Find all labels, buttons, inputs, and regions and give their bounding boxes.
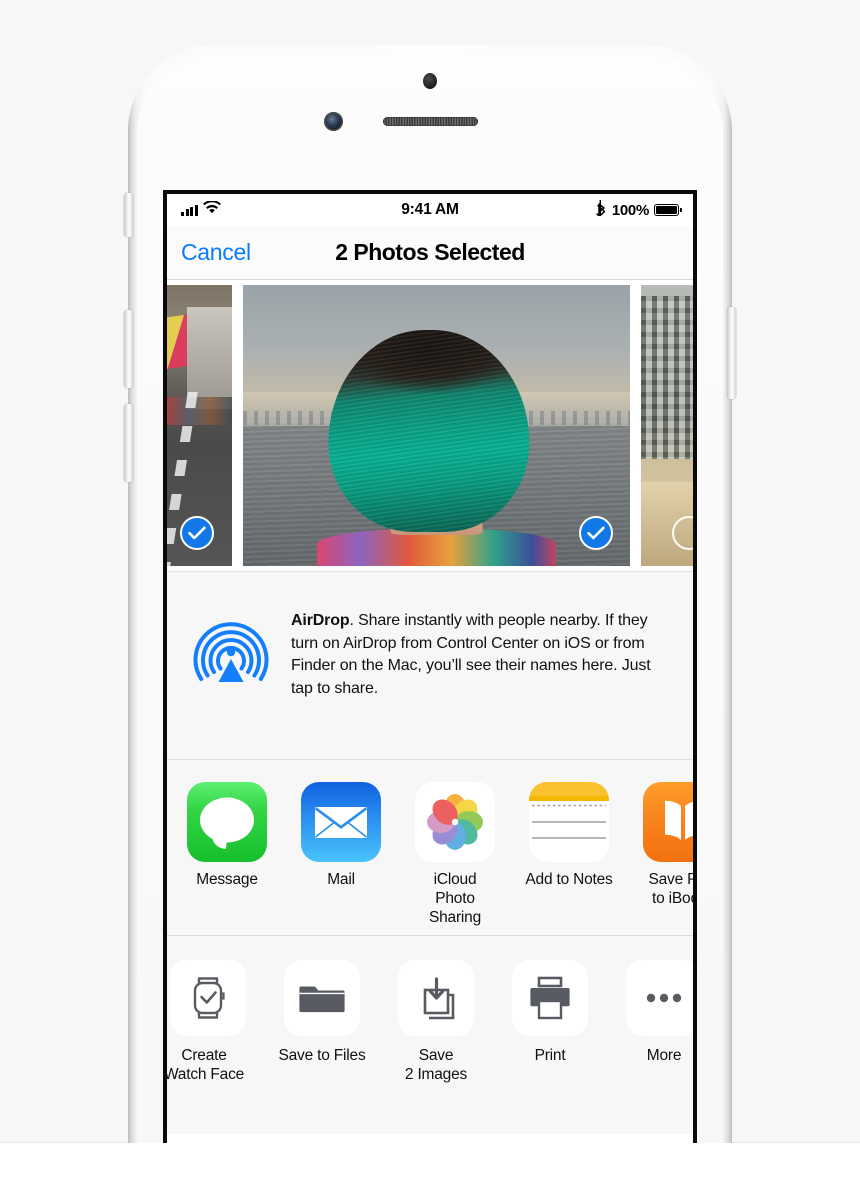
- ambient-light-sensor-icon: [324, 112, 343, 131]
- share-actions-row[interactable]: Create Watch Face Save to Files Save 2 I…: [167, 936, 693, 1134]
- signal-bars-icon: [181, 204, 199, 216]
- action-print[interactable]: Print: [501, 960, 599, 1066]
- share-app-label: Add to Notes: [525, 871, 613, 888]
- ellipsis-icon: [626, 960, 693, 1036]
- earpiece-speaker-icon: [383, 117, 478, 126]
- airdrop-icon[interactable]: [189, 610, 277, 759]
- airdrop-section[interactable]: AirDrop. Share instantly with people nea…: [167, 572, 693, 760]
- share-apps-row[interactable]: Message Mail iCloud Photo Sharing Add to…: [167, 760, 693, 936]
- share-app-label: Mail: [327, 871, 355, 888]
- mute-switch[interactable]: [124, 193, 133, 237]
- airdrop-description: AirDrop. Share instantly with people nea…: [277, 610, 673, 759]
- battery-full-icon: [654, 204, 682, 216]
- apple-watch-icon: [170, 960, 246, 1036]
- airdrop-title: AirDrop: [291, 612, 350, 629]
- action-label: More: [646, 1047, 682, 1064]
- photo-selected-badge[interactable]: [579, 516, 613, 550]
- status-bar: 9:41 AM 100%: [167, 194, 693, 226]
- action-create-watch-face[interactable]: Create Watch Face: [167, 960, 257, 1085]
- checkmark-icon: [188, 526, 206, 540]
- messages-icon: [187, 782, 267, 862]
- volume-down-button[interactable]: [124, 404, 133, 482]
- front-camera-icon: [423, 73, 437, 89]
- action-save-to-files[interactable]: Save to Files: [273, 960, 371, 1066]
- photos-icon: [415, 782, 495, 862]
- bluetooth-icon: [596, 199, 607, 221]
- action-label: Print: [534, 1047, 566, 1064]
- printer-icon: [512, 960, 588, 1036]
- iphone-screen: 9:41 AM 100% Cancel 2 Photos Selected Ai…: [163, 190, 697, 1143]
- ibooks-icon: [643, 782, 693, 862]
- action-save-images[interactable]: Save 2 Images: [387, 960, 485, 1085]
- checkmark-icon: [587, 526, 605, 540]
- navigation-bar: Cancel 2 Photos Selected: [167, 226, 693, 280]
- share-app-icloud-photo-sharing[interactable]: iCloud Photo Sharing: [409, 782, 501, 928]
- page-bottom-strip: [0, 1142, 860, 1180]
- share-app-label: Message: [196, 871, 258, 888]
- volume-up-button[interactable]: [124, 310, 133, 388]
- photo-thumbnail[interactable]: [641, 285, 693, 566]
- selected-photos-strip[interactable]: [167, 280, 693, 572]
- photo-selected-badge[interactable]: [180, 516, 214, 550]
- action-label: Save to Files: [278, 1047, 366, 1064]
- notes-icon: [529, 782, 609, 862]
- photo-thumbnail[interactable]: [167, 285, 232, 566]
- power-button[interactable]: [727, 307, 736, 399]
- photo-thumbnail[interactable]: [243, 285, 630, 566]
- folder-icon: [284, 960, 360, 1036]
- action-label: Save 2 Images: [404, 1047, 468, 1083]
- battery-percent-label: 100%: [611, 201, 649, 219]
- wifi-icon: [203, 200, 222, 219]
- mail-icon: [301, 782, 381, 862]
- share-app-label: Save PDF to iBooks: [648, 871, 693, 907]
- action-label: Create Watch Face: [167, 1047, 245, 1083]
- share-app-message[interactable]: Message: [181, 782, 273, 890]
- share-app-save-pdf-ibooks[interactable]: Save PDF to iBooks: [637, 782, 693, 909]
- cancel-button[interactable]: Cancel: [181, 239, 251, 266]
- share-app-mail[interactable]: Mail: [295, 782, 387, 890]
- portrait-photo: [243, 285, 630, 566]
- action-more[interactable]: More: [615, 960, 693, 1066]
- share-app-add-to-notes[interactable]: Add to Notes: [523, 782, 615, 890]
- share-app-label: iCloud Photo Sharing: [428, 871, 482, 926]
- save-image-icon: [398, 960, 474, 1036]
